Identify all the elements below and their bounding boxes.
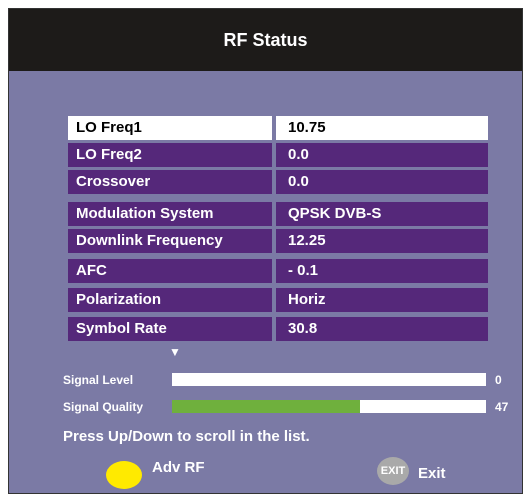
signal-quality-label: Signal Quality: [63, 400, 144, 414]
row-value: 12.25: [276, 229, 488, 253]
page-title: RF Status: [223, 29, 308, 50]
list-item-afc[interactable]: AFC - 0.1: [68, 259, 488, 284]
row-label: Symbol Rate: [68, 317, 272, 341]
row-value: 0.0: [276, 143, 488, 167]
row-value: 0.0: [276, 170, 488, 194]
title-bar: RF Status: [9, 9, 522, 71]
row-value: - 0.1: [276, 259, 488, 283]
list-item-polarization[interactable]: Polarization Horiz: [68, 288, 488, 313]
exit-icon-text: EXIT: [380, 465, 406, 477]
list-item-symbol-rate[interactable]: Symbol Rate 30.8: [68, 317, 488, 342]
row-value: 10.75: [276, 116, 488, 140]
signal-level-bar: [172, 373, 486, 386]
list-item-lo-freq2[interactable]: LO Freq2 0.0: [68, 143, 488, 168]
exit-button-icon[interactable]: EXIT: [377, 457, 409, 485]
row-label: Modulation System: [68, 202, 272, 226]
row-value: Horiz: [276, 288, 488, 312]
list-item-modulation-system[interactable]: Modulation System QPSK DVB-S: [68, 202, 488, 227]
signal-level-value: 0: [495, 373, 502, 387]
adv-rf-label[interactable]: Adv RF: [152, 459, 205, 476]
row-label: Crossover: [68, 170, 272, 194]
list-item-downlink-frequency[interactable]: Downlink Frequency 12.25: [68, 229, 488, 254]
row-label: Polarization: [68, 288, 272, 312]
exit-label[interactable]: Exit: [418, 465, 446, 482]
signal-quality-fill: [172, 400, 361, 413]
signal-level-label: Signal Level: [63, 373, 134, 387]
yellow-button-icon[interactable]: [106, 461, 142, 489]
signal-quality-bar: [172, 400, 486, 413]
list-item-lo-freq1[interactable]: LO Freq1 10.75: [68, 116, 488, 141]
row-value: 30.8: [276, 317, 488, 341]
row-label: LO Freq1: [68, 116, 272, 140]
row-label: LO Freq2: [68, 143, 272, 167]
row-label: AFC: [68, 259, 272, 283]
scroll-hint: Press Up/Down to scroll in the list.: [63, 428, 310, 445]
signal-quality-value: 47: [495, 400, 509, 414]
row-value: QPSK DVB-S: [276, 202, 488, 226]
row-label: Downlink Frequency: [68, 229, 272, 253]
rf-status-screen: RF Status LO Freq1 10.75 LO Freq2 0.0 Cr…: [8, 8, 523, 494]
list-item-crossover[interactable]: Crossover 0.0: [68, 170, 488, 195]
scroll-down-icon: ▼: [169, 345, 181, 359]
